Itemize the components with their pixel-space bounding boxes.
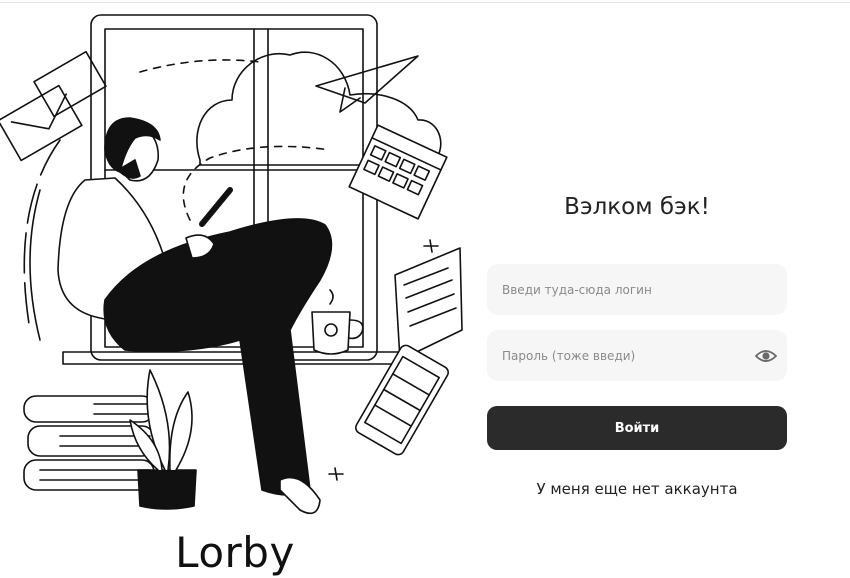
person-illustration (57, 117, 333, 515)
password-input[interactable] (502, 330, 752, 381)
envelope-illustration (0, 50, 107, 162)
submit-button[interactable]: Войти (487, 406, 787, 450)
hero-illustration (0, 14, 463, 515)
password-field (487, 330, 787, 381)
login-title: Вэлком бэк! (564, 194, 710, 220)
plant-illustration (129, 369, 197, 510)
show-password-button[interactable] (754, 345, 778, 367)
window-sill (62, 351, 404, 365)
login-input[interactable] (502, 264, 752, 315)
papers-illustration (394, 247, 463, 361)
login-form: Вэлком бэк! Войти У меня еще нет аккаунт… (487, 0, 787, 561)
calendar-illustration (348, 124, 448, 220)
eye-icon (754, 350, 778, 362)
books-illustration (23, 395, 155, 491)
register-link[interactable]: У меня еще нет аккаунта (487, 478, 787, 500)
cup-illustration (311, 289, 364, 355)
brand-logo: Lorby (175, 528, 295, 577)
login-field (487, 264, 787, 315)
